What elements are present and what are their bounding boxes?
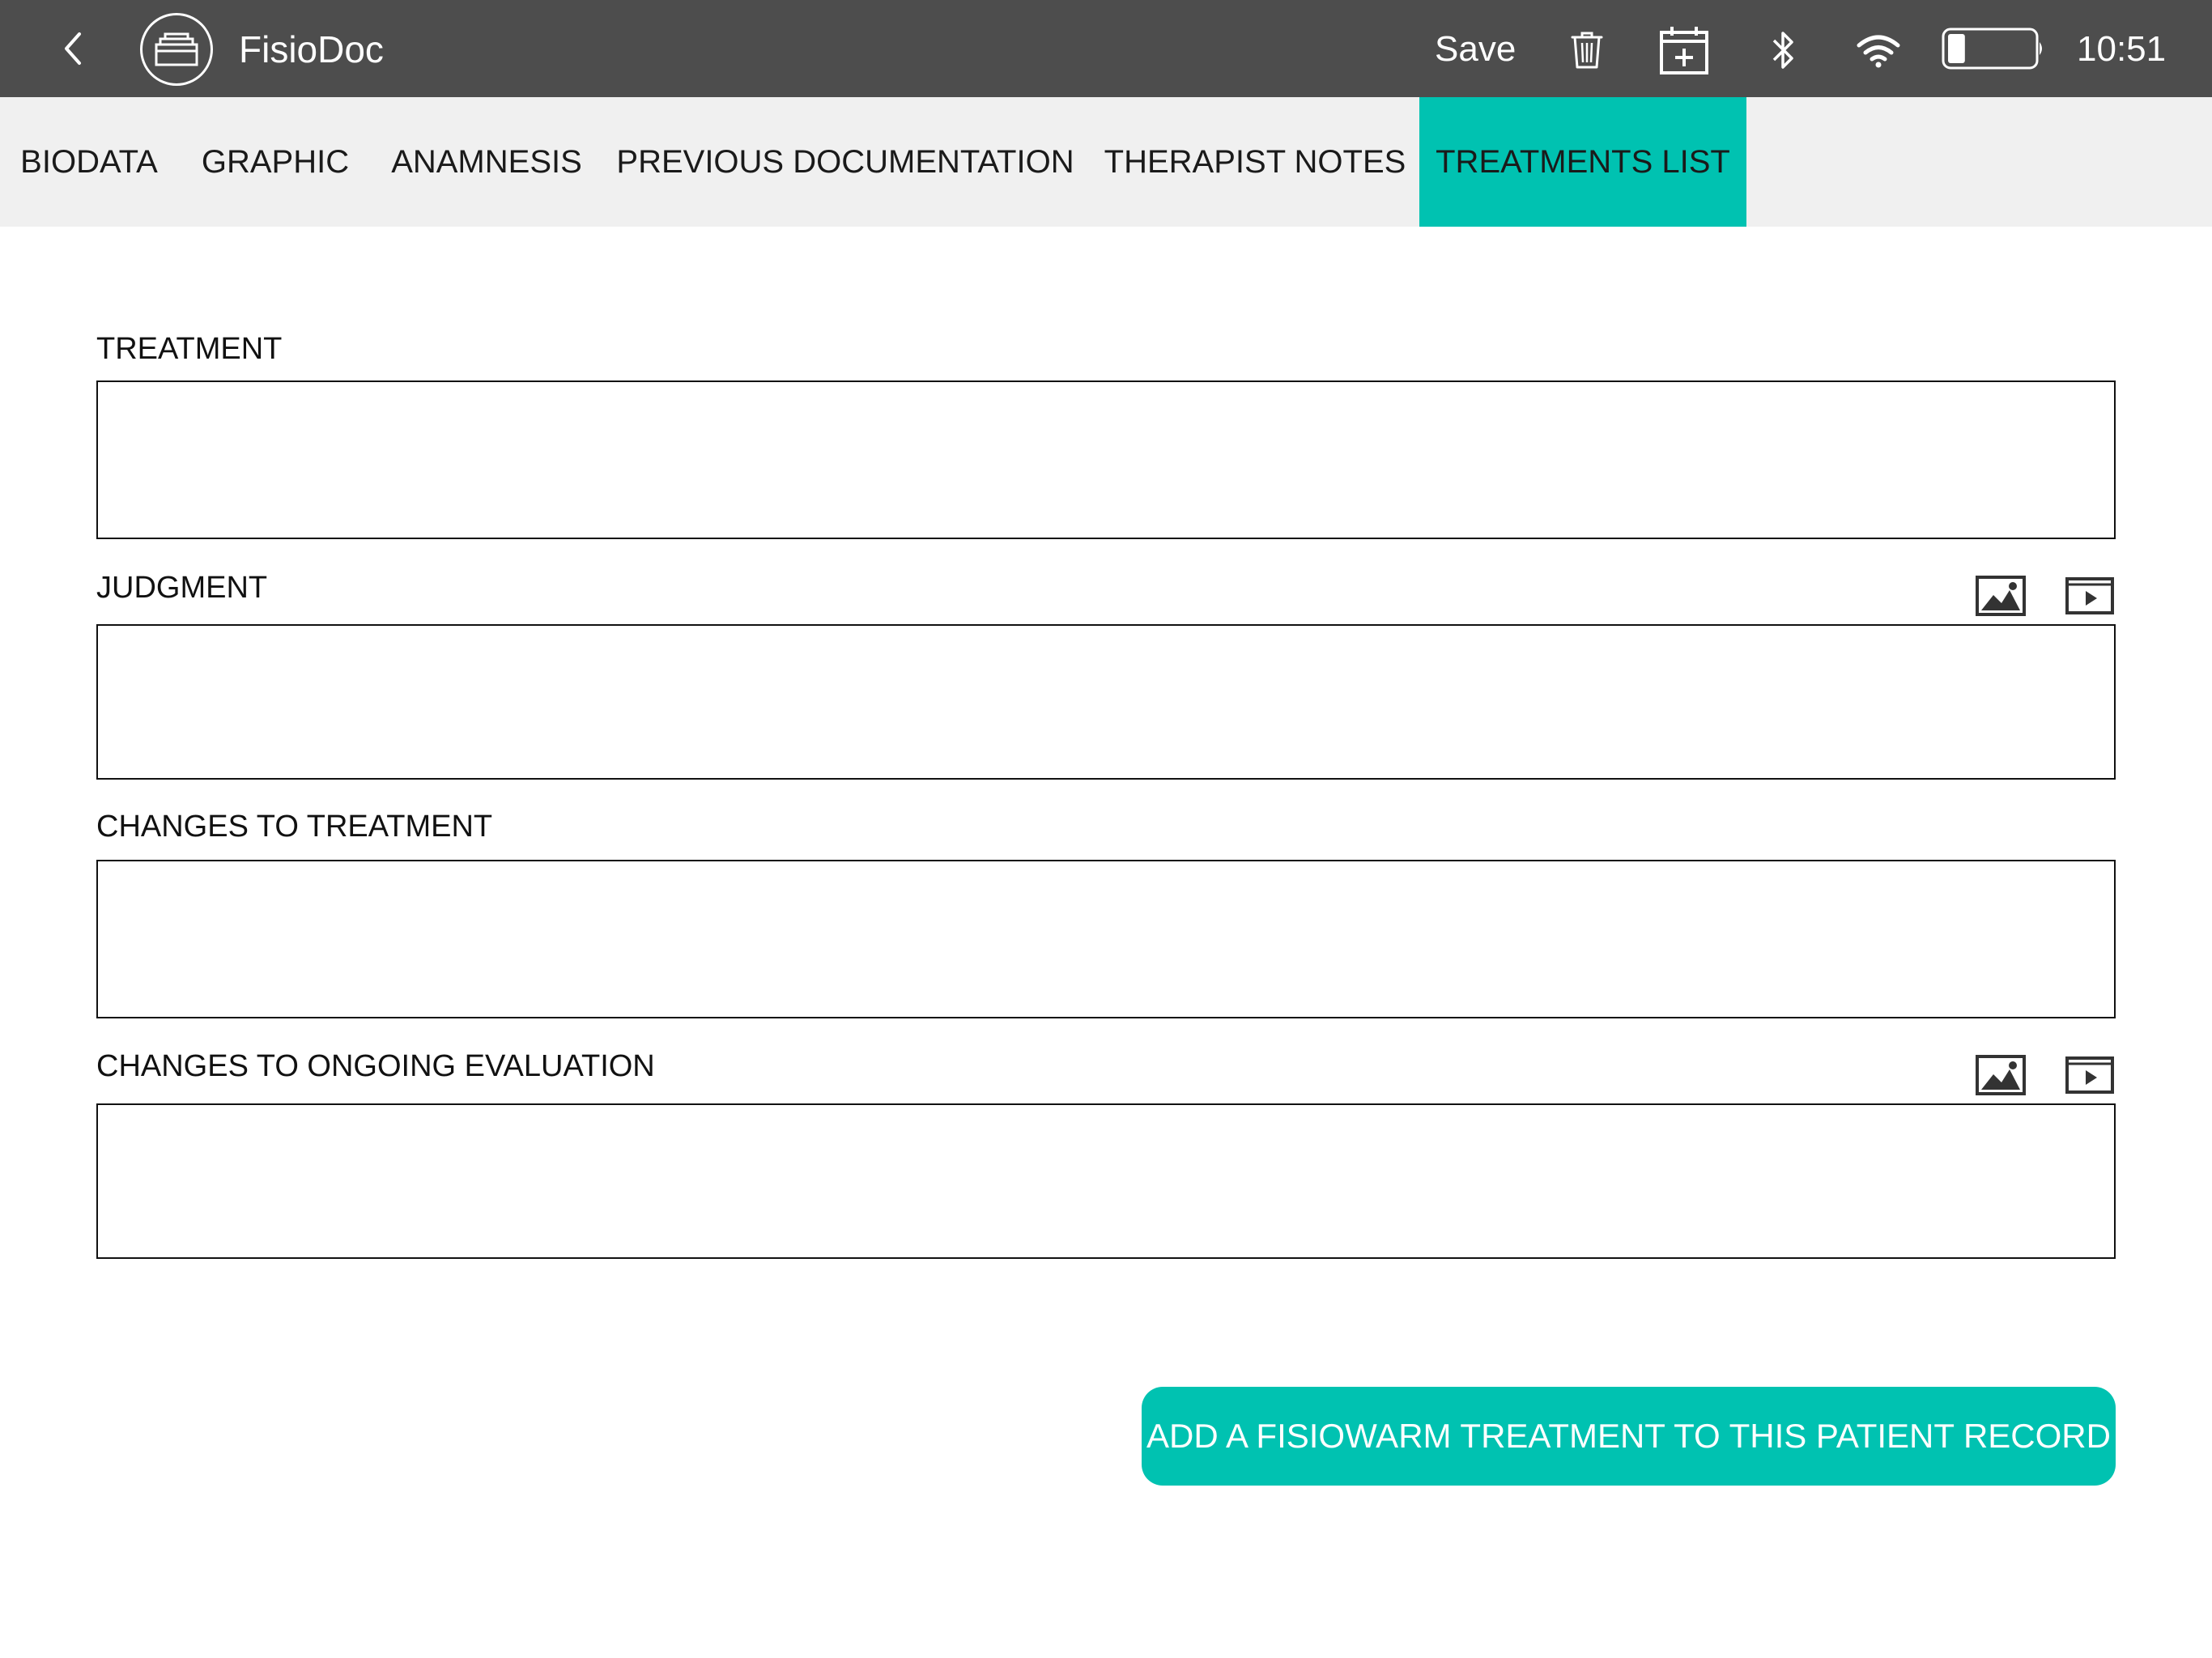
video-icon[interactable] [2065, 576, 2115, 616]
save-button[interactable]: Save [1435, 24, 1516, 74]
treatment-label: TREATMENT [96, 332, 283, 366]
tab-biodata[interactable]: BIODATA [8, 97, 170, 227]
delete-button[interactable] [1559, 23, 1614, 78]
bluetooth-icon [1772, 32, 1793, 69]
tab-graphic[interactable]: GRAPHIC [190, 97, 360, 227]
chevron-left-icon [65, 32, 81, 65]
wifi-status [1851, 23, 1906, 78]
wifi-icon [1857, 35, 1900, 68]
tab-treatments-list[interactable]: TREATMENTS LIST [1419, 97, 1746, 227]
app-logo [140, 13, 213, 86]
image-icon[interactable] [1976, 1055, 2026, 1095]
judgment-label: JUDGMENT [96, 571, 268, 605]
changes-to-ongoing-evaluation-label: CHANGES TO ONGOING EVALUATION [96, 1049, 655, 1083]
add-appointment-button[interactable] [1657, 23, 1712, 78]
tab-anamnesis[interactable]: ANAMNESIS [381, 97, 593, 227]
battery-icon [1942, 28, 2042, 70]
tab-therapist-notes[interactable]: THERAPIST NOTES [1097, 97, 1413, 227]
battery-status [1942, 28, 2045, 70]
changes-to-treatment-input[interactable] [96, 860, 2116, 1018]
changes-to-treatment-label: CHANGES TO TREATMENT [96, 810, 493, 844]
app-title: FisioDoc [239, 28, 384, 70]
status-clock: 10:51 [2077, 29, 2167, 69]
back-button[interactable] [50, 26, 96, 71]
video-icon[interactable] [2065, 1055, 2115, 1095]
add-fisiowarm-treatment-button[interactable]: ADD A FISIOWARM TREATMENT TO THIS PATIEN… [1142, 1387, 2116, 1486]
changes-to-ongoing-evaluation-input[interactable] [96, 1103, 2116, 1259]
top-app-bar: FisioDoc Save 10:51 [0, 0, 2212, 97]
tab-bar: BIODATA GRAPHIC ANAMNESIS PREVIOUS DOCUM… [0, 97, 2212, 227]
calendar-add-icon [1660, 27, 1708, 74]
tab-previous-documentation[interactable]: PREVIOUS DOCUMENTATION [614, 97, 1077, 227]
bluetooth-status [1755, 23, 1810, 78]
trash-icon [1571, 32, 1603, 69]
judgment-input[interactable] [96, 624, 2116, 780]
folder-box-icon [155, 32, 198, 66]
treatment-input[interactable] [96, 380, 2116, 539]
image-icon[interactable] [1976, 576, 2026, 616]
